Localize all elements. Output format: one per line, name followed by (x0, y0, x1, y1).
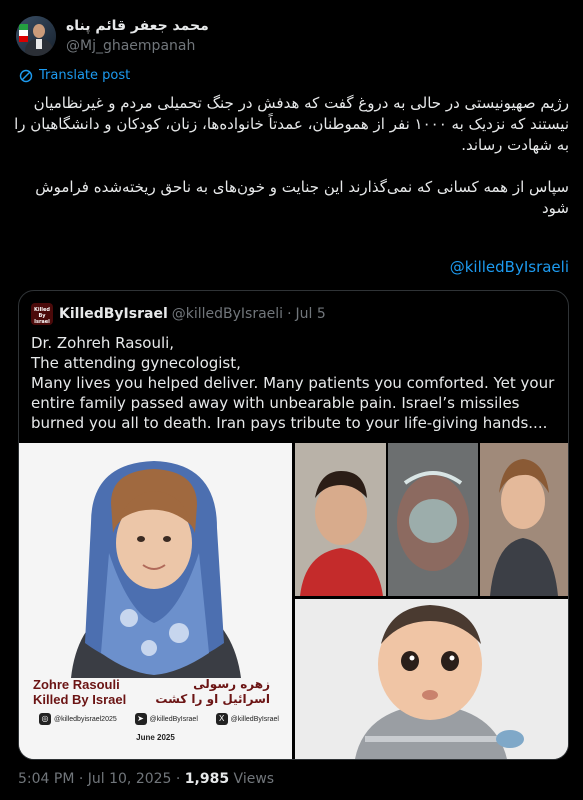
translate-icon (19, 69, 33, 82)
quoted-post[interactable]: Killed By Israel KilledByIsrael @killedB… (18, 290, 569, 760)
mention-link[interactable]: @killedByIsraeli (450, 258, 569, 276)
baby-illustration (295, 599, 568, 759)
memorial-poster-image[interactable]: Zohre Rasouli Killed By Israel زهره رسول… (19, 443, 292, 759)
iran-flag-icon (19, 24, 28, 42)
views-count: 1,985 (184, 771, 230, 787)
x-logo-icon: X (215, 713, 228, 725)
views-label: Views (229, 771, 275, 787)
quoted-post-date[interactable]: Jul 5 (296, 306, 326, 322)
separator-dot: · (287, 306, 292, 322)
poster-caption-en: Killed By Israel (33, 692, 127, 707)
quoted-line: The attending gynecologist, (31, 354, 241, 372)
quoted-author-handle[interactable]: @killedByIsraeli (172, 306, 283, 322)
author-avatar[interactable] (16, 16, 56, 56)
poster-socials: ◎ @killedbyisrael2025 ➤ @killedByIsrael X @… (39, 713, 279, 725)
poster-instagram-handle: @killedbyisrael2025 (54, 715, 117, 723)
translate-label: Translate post (39, 68, 131, 83)
poster-name-fa: زهره رسولی (193, 677, 270, 691)
post-paragraph-1: رژیم صهیونیستی در حالی به دروغ گفت که هد… (14, 94, 569, 154)
quoted-post-text: Dr. Zohreh Rasouli, The attending gyneco… (31, 333, 561, 433)
translate-post-link[interactable]: Translate post (19, 68, 130, 83)
author-display-name[interactable]: محمد جعفر قائم پناه (66, 18, 209, 34)
poster-x-handle: @killedByIsrael (230, 715, 279, 723)
author-handle[interactable]: @Mj_ghaempanah (66, 38, 209, 54)
poster-name-en: Zohre Rasouli (33, 677, 120, 692)
portrait-illustration (19, 443, 292, 759)
quoted-author-name[interactable]: KilledByIsrael (59, 306, 168, 322)
telegram-icon: ➤ (134, 713, 147, 725)
quoted-post-header: Killed By Israel KilledByIsrael @killedB… (31, 303, 326, 325)
family-photos-image[interactable] (295, 443, 568, 596)
family-photos-illustration (295, 443, 568, 596)
post-body: رژیم صهیونیستی در حالی به دروغ گفت که هد… (14, 93, 569, 240)
baby-illustration-image[interactable] (295, 599, 568, 759)
quoted-author-avatar[interactable]: Killed By Israel (31, 303, 53, 325)
instagram-icon: ◎ (39, 713, 51, 725)
post-footer: 5:04 PM · Jul 10, 2025 · 1,985 Views (18, 771, 274, 787)
poster-date: June 2025 (136, 733, 175, 742)
post-timestamp[interactable]: 5:04 PM · Jul 10, 2025 · (18, 771, 185, 787)
quoted-line: Dr. Zohreh Rasouli, (31, 334, 175, 352)
media-grid: Zohre Rasouli Killed By Israel زهره رسول… (19, 443, 568, 759)
post-header: محمد جعفر قائم پناه @Mj_ghaempanah (16, 12, 567, 60)
poster-caption-fa: اسرائیل او را کشت (155, 692, 270, 706)
poster-telegram-handle: @killedByIsrael (149, 715, 198, 723)
quoted-line: Many lives you helped deliver. Many pati… (31, 374, 555, 432)
post-paragraph-2: سپاس از همه کسانی که نمی‌گذارند این جنای… (35, 178, 569, 217)
